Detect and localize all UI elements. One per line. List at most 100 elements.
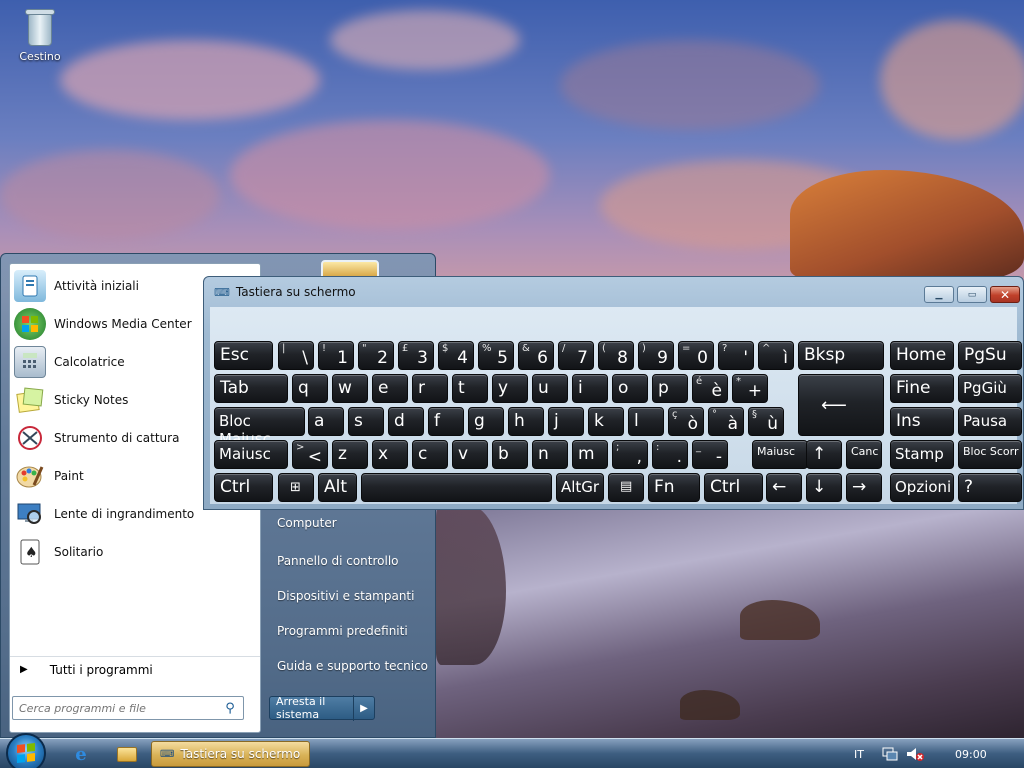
osk-key[interactable]: Tab — [214, 374, 288, 403]
osk-key[interactable]: p — [652, 374, 688, 403]
osk-key[interactable]: a — [308, 407, 344, 436]
osk-key[interactable]: Fine — [890, 374, 954, 403]
osk-key[interactable]: Home — [890, 341, 954, 370]
osk-key[interactable]: x — [372, 440, 408, 469]
osk-key[interactable]: e — [372, 374, 408, 403]
osk-key[interactable]: f — [428, 407, 464, 436]
osk-key[interactable]: r — [412, 374, 448, 403]
osk-key[interactable]: AltGr — [556, 473, 604, 502]
osk-key[interactable]: y — [492, 374, 528, 403]
osk-key[interactable]: Canc — [846, 440, 882, 469]
shutdown-button[interactable]: Arresta il sistema ▶ — [269, 695, 375, 721]
osk-key[interactable]: m — [572, 440, 608, 469]
osk-key-space[interactable] — [361, 473, 552, 502]
osk-key[interactable]: = 0 — [678, 341, 714, 370]
osk-key[interactable]: l — [628, 407, 664, 436]
osk-key[interactable]: d — [388, 407, 424, 436]
osk-key[interactable]: ? — [958, 473, 1022, 502]
osk-title-bar[interactable]: ⌨ Tastiera su schermo ▁ ▭ ✕ — [204, 277, 1023, 307]
osk-key[interactable]: t — [452, 374, 488, 403]
osk-key[interactable]: Bloc Maiusc — [214, 407, 305, 448]
osk-key[interactable]: /7 — [558, 341, 594, 370]
close-button[interactable]: ✕ — [990, 286, 1020, 303]
osk-key[interactable]: ? ' — [718, 341, 754, 370]
taskbar-osk-task[interactable]: ⌨ Tastiera su schermo — [151, 741, 310, 767]
network-icon[interactable] — [882, 739, 898, 768]
osk-key[interactable]: u — [532, 374, 568, 403]
taskbar-explorer[interactable] — [108, 742, 146, 766]
osk-key[interactable]: g — [468, 407, 504, 436]
osk-key[interactable]: ↑ — [806, 440, 842, 469]
osk-key[interactable]: PgSu — [958, 341, 1022, 370]
osk-key[interactable]: éè — [692, 374, 728, 403]
osk-key[interactable]: c — [412, 440, 448, 469]
osk-key[interactable]: * + — [732, 374, 768, 403]
osk-key[interactable]: Ins — [890, 407, 954, 436]
osk-key[interactable]: > < — [292, 440, 328, 469]
osk-key[interactable]: çò — [668, 407, 704, 436]
osk-key[interactable]: j — [548, 407, 584, 436]
osk-key[interactable]: k — [588, 407, 624, 436]
osk-key[interactable]: Bksp — [798, 341, 884, 370]
language-indicator[interactable]: IT — [854, 739, 864, 768]
osk-key[interactable]: Pausa — [958, 407, 1022, 436]
osk-key[interactable]: z — [332, 440, 368, 469]
osk-key[interactable]: Opzioni — [890, 473, 954, 502]
start-button[interactable] — [6, 733, 46, 768]
osk-key[interactable]: § ù — [748, 407, 784, 436]
osk-key[interactable]: " 2 — [358, 341, 394, 370]
recycle-bin-shortcut[interactable]: Cestino — [10, 6, 70, 63]
place-help-support[interactable]: Guida e supporto tecnico — [269, 653, 433, 679]
osk-key[interactable]: Ctrl — [214, 473, 273, 502]
place-control-panel[interactable]: Pannello di controllo — [269, 548, 433, 574]
maximize-button[interactable]: ▭ — [957, 286, 987, 303]
osk-key[interactable]: PgGiù — [958, 374, 1022, 403]
osk-key[interactable]: ;, — [612, 440, 648, 469]
osk-key[interactable]: v — [452, 440, 488, 469]
osk-key[interactable]: Bloc Scorr — [958, 440, 1022, 469]
osk-key[interactable]: b — [492, 440, 528, 469]
osk-key[interactable]: Esc — [214, 341, 273, 370]
osk-key[interactable]: i — [572, 374, 608, 403]
minimize-button[interactable]: ▁ — [924, 286, 954, 303]
osk-key[interactable]: n — [532, 440, 568, 469]
osk-key[interactable]: ) 9 — [638, 341, 674, 370]
place-default-programs[interactable]: Programmi predefiniti — [269, 618, 433, 644]
search-icon[interactable]: ⚲ — [219, 701, 241, 716]
osk-key[interactable]: | \ — [278, 341, 314, 370]
osk-key[interactable]: ° à — [708, 407, 744, 436]
osk-key[interactable]: w — [332, 374, 368, 403]
osk-key[interactable]: q — [292, 374, 328, 403]
clock[interactable]: 09:00 — [955, 739, 987, 768]
place-computer[interactable]: Computer — [269, 510, 433, 536]
osk-key[interactable]: _ - — [692, 440, 728, 469]
osk-key[interactable]: Alt — [318, 473, 357, 502]
osk-key-enter[interactable]: ⟵ — [798, 374, 884, 436]
osk-key[interactable]: % 5 — [478, 341, 514, 370]
osk-key[interactable]: Ctrl — [704, 473, 763, 502]
osk-key[interactable]: & 6 — [518, 341, 554, 370]
osk-key[interactable]: ← — [766, 473, 802, 502]
osk-key[interactable]: :. — [652, 440, 688, 469]
place-devices-printers[interactable]: Dispositivi e stampanti — [269, 583, 433, 609]
osk-key[interactable]: Maiusc — [752, 440, 808, 469]
osk-key[interactable]: o — [612, 374, 648, 403]
osk-key[interactable]: s — [348, 407, 384, 436]
all-programs-button[interactable]: ▶ Tutti i programmi — [10, 656, 260, 682]
taskbar-internet-explorer[interactable]: e — [62, 742, 100, 766]
osk-key[interactable]: $4 — [438, 341, 474, 370]
osk-key-menu[interactable]: ▤ — [608, 473, 644, 502]
osk-key[interactable]: → — [846, 473, 882, 502]
osk-key[interactable]: £3 — [398, 341, 434, 370]
osk-key[interactable]: Maiusc — [214, 440, 288, 469]
osk-key[interactable]: ↓ — [806, 473, 842, 502]
osk-key[interactable]: ^ ì — [758, 341, 794, 370]
volume-muted-icon[interactable] — [906, 739, 924, 768]
osk-key[interactable]: h — [508, 407, 544, 436]
shutdown-options-arrow-icon[interactable]: ▶ — [354, 703, 374, 714]
osk-key-windows[interactable]: ⊞ — [278, 473, 314, 502]
osk-key[interactable]: Stamp — [890, 440, 954, 469]
program-solitaire[interactable]: ♠ Solitario — [12, 534, 258, 570]
start-search-box[interactable]: ⚲ — [12, 696, 244, 720]
osk-key[interactable]: ! 1 — [318, 341, 354, 370]
